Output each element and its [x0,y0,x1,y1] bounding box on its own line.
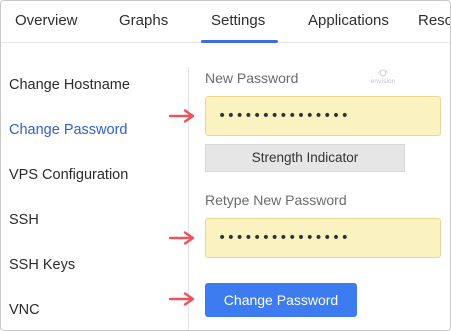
tab-bar: Overview Graphs Settings Applications Re… [1,1,450,43]
tab-resources[interactable]: Reso [418,12,450,29]
tab-settings[interactable]: Settings [211,12,265,29]
new-password-label: New Password [205,70,299,86]
new-password-field[interactable] [205,96,441,136]
right-arrow-icon [169,109,195,123]
sidebar-item-change-hostname[interactable]: Change Hostname [9,77,130,93]
right-arrow-icon [169,292,195,306]
sidebar-item-ssh-keys[interactable]: SSH Keys [9,257,75,273]
active-tab-indicator [201,40,278,43]
tab-overview[interactable]: Overview [15,12,78,29]
sidebar-item-vps-configuration[interactable]: VPS Configuration [9,167,128,183]
watermark-text: envision [371,78,396,85]
sidebar-item-vnc[interactable]: VNC [9,302,40,318]
change-password-button[interactable]: Change Password [205,283,357,317]
envision-watermark-logo: envision [371,69,396,85]
tab-applications[interactable]: Applications [308,12,389,29]
retype-password-label: Retype New Password [205,192,347,208]
sidebar-item-change-password[interactable]: Change Password [9,122,128,138]
right-arrow-icon [169,231,195,245]
settings-panel: Overview Graphs Settings Applications Re… [0,0,451,331]
retype-password-field[interactable] [205,218,441,258]
sidebar-item-ssh[interactable]: SSH [9,212,39,228]
tab-graphs[interactable]: Graphs [119,12,168,29]
strength-indicator: Strength Indicator [205,144,405,172]
